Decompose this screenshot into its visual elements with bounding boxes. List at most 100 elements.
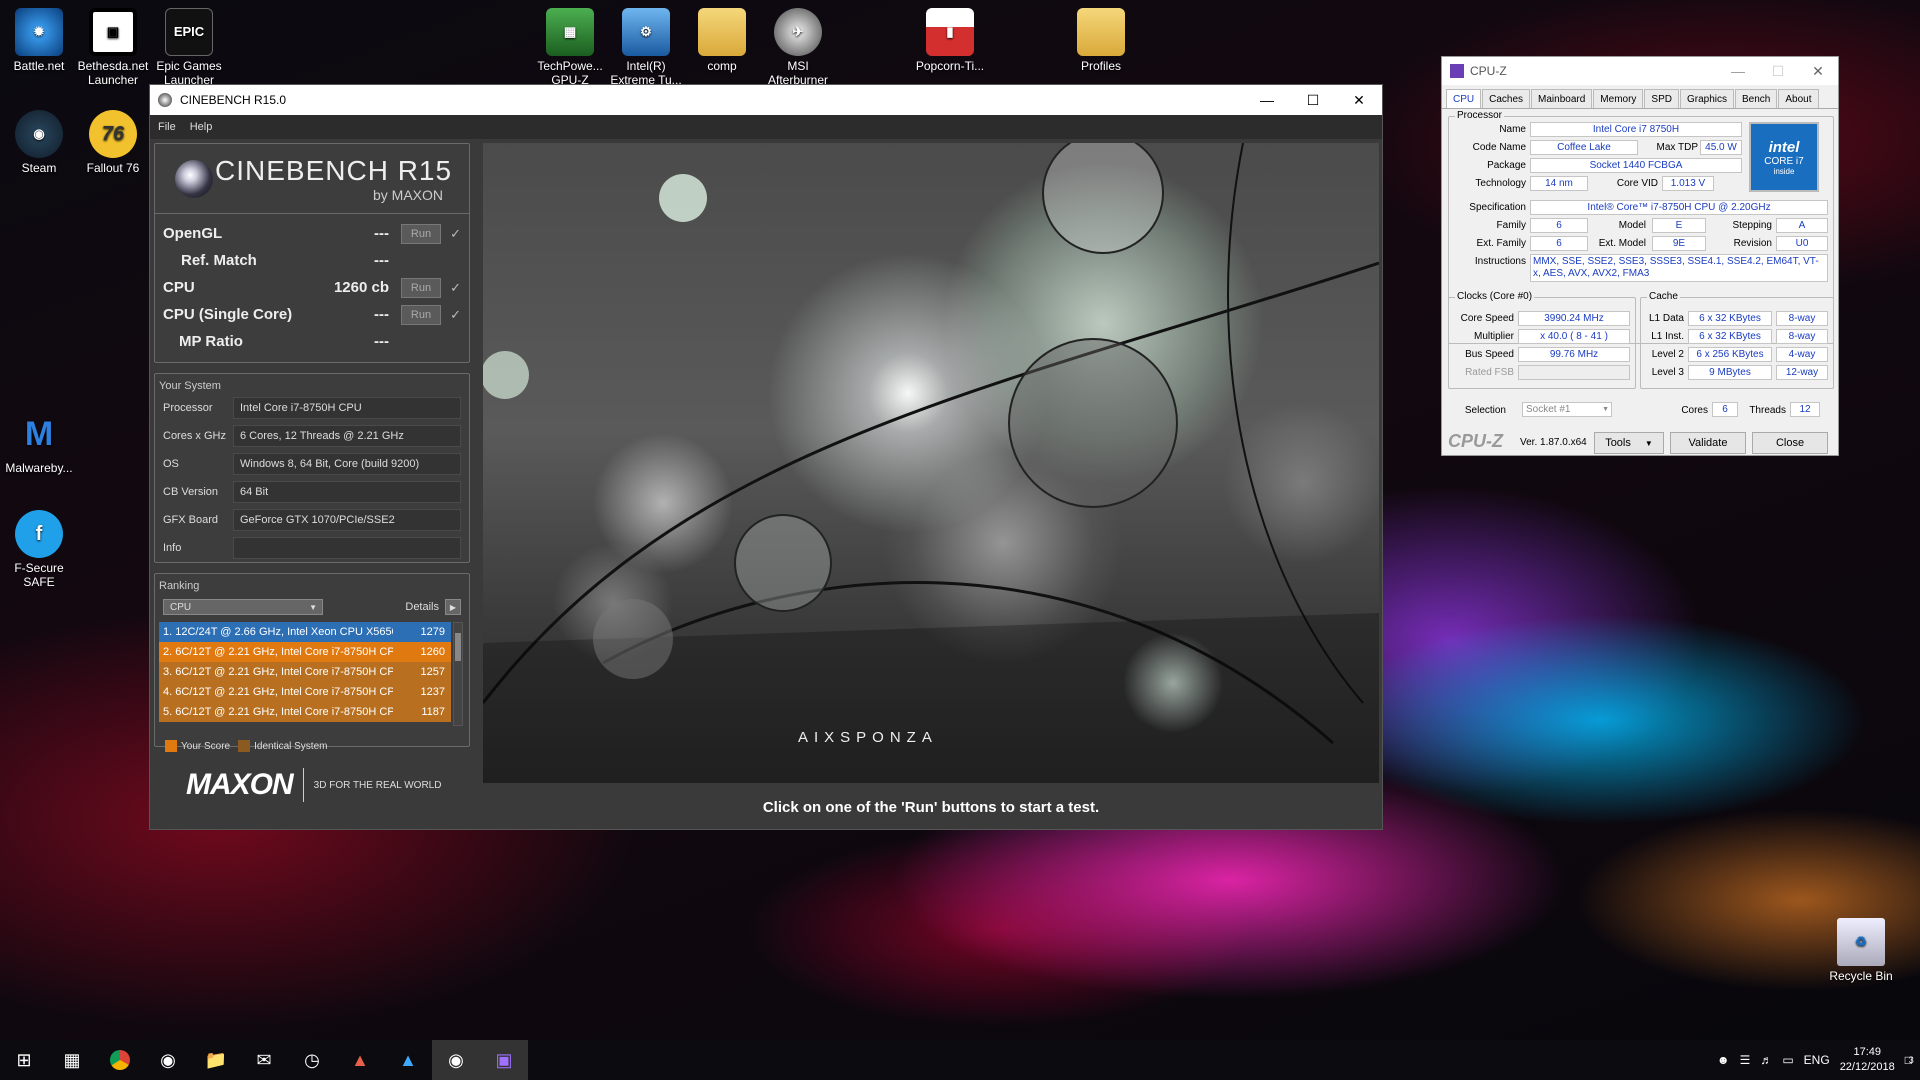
test-mp-ratio: MP Ratio --- [155,328,469,355]
file-explorer-icon[interactable]: 📁 [192,1040,240,1080]
people-icon[interactable]: ☻ [1717,1053,1730,1067]
desktop-icon-label: comp [707,59,737,73]
tab-cpu[interactable]: CPU [1446,89,1482,108]
cpu-checkbox[interactable]: ✓ [450,280,461,296]
clock[interactable]: 17:49 22/12/2018 [1840,1045,1895,1075]
flame-app-icon[interactable]: ▲ [336,1040,384,1080]
desktop-icon-afterburner[interactable]: ✈ MSI Afterburner [759,8,837,87]
language-indicator[interactable]: ENG [1804,1053,1830,1067]
volume-icon[interactable]: ♬ [1760,1053,1772,1067]
validate-button[interactable]: Validate [1670,432,1746,454]
scrollbar-thumb[interactable] [455,633,461,661]
socket-select[interactable]: Socket #1 ▼ [1522,402,1612,417]
l1data-label: L1 Data [1648,313,1684,324]
task-view-icon[interactable]: ▦ [48,1040,96,1080]
tab-memory[interactable]: Memory [1593,89,1644,108]
tab-spd[interactable]: SPD [1644,89,1679,108]
tab-mainboard[interactable]: Mainboard [1531,89,1593,108]
desktop-icon-label: Fallout 76 [86,161,140,175]
close-button[interactable]: ✕ [1798,56,1838,86]
cpu-single-checkbox[interactable]: ✓ [450,307,461,323]
tab-caches[interactable]: Caches [1482,89,1531,108]
details-button[interactable]: ▶ [445,599,461,615]
desktop-icon-epic[interactable]: EPIC Epic Games Launcher [150,8,228,87]
notifications-icon[interactable]: □ 3 [1905,1053,1914,1067]
recycle-bin-icon: ♻ [1837,918,1885,966]
package-value: Socket 1440 FCBGA [1530,158,1742,173]
desktop-icon-recycle-bin[interactable]: ♻ Recycle Bin [1822,918,1900,983]
windows-start-icon[interactable]: ⊞ [0,1040,48,1080]
cinebench-titlebar[interactable]: CINEBENCH R15.0 — ☐ ✕ [150,85,1382,115]
desktop-icon-profiles[interactable]: Profiles [1062,8,1140,73]
test-cpu-single-core: CPU (Single Core) --- Run ✓ [155,301,469,328]
desktop-icon-comp[interactable]: comp [683,8,761,73]
run-opengl-button[interactable]: Run [401,223,441,244]
cinebench-disc-icon [175,160,213,198]
desktop-icon-popcorn[interactable]: ▮ Popcorn-Ti... [911,8,989,73]
spec-value: Intel® Core™ i7-8750H CPU @ 2.20GHz [1530,200,1828,215]
close-button[interactable]: ✕ [1336,85,1382,115]
desktop-icon-fallout76[interactable]: 76 Fallout 76 [74,110,152,175]
minimize-button[interactable]: — [1244,85,1290,115]
ranking-select[interactable]: CPU ▼ [163,599,323,615]
corevid-label: Core VID [1616,178,1658,189]
desktop-icon-fsecure[interactable]: f F-Secure SAFE [0,510,78,589]
render-viewport: AIXSPONZA [483,143,1379,783]
desktop-icon-gpuz[interactable]: ▦ TechPowe... GPU-Z [531,8,609,87]
ranking-item[interactable]: 2. 6C/12T @ 2.21 GHz, Intel Core i7-8750… [159,642,451,662]
menu-bar: File Help [150,115,1382,139]
desktop-icon-intel-xtu[interactable]: ⚙ Intel(R) Extreme Tu... [607,8,685,87]
your-system-panel: Your System Processor Intel Core i7-8750H… [154,373,470,563]
ranking-item[interactable]: 1. 12C/24T @ 2.66 GHz, Intel Xeon CPU X5… [159,622,451,642]
close-app-button[interactable]: Close [1752,432,1828,454]
technology-label: Technology [1475,178,1526,189]
tab-bench[interactable]: Bench [1735,89,1778,108]
desktop-icon-steam[interactable]: ◉ Steam [0,110,78,175]
test-label: MP Ratio [179,333,243,350]
clock-date: 22/12/2018 [1839,1061,1895,1073]
tools-button[interactable]: Tools ▼ [1594,432,1664,454]
ranking-item[interactable]: 3. 6C/12T @ 2.21 GHz, Intel Core i7-8750… [159,662,451,682]
tab-graphics[interactable]: Graphics [1679,89,1734,108]
system-label: CB Version [163,486,219,498]
network-icon[interactable]: ☰ [1740,1053,1751,1067]
minimize-button[interactable]: — [1718,56,1758,86]
ranking-item[interactable]: 5. 6C/12T @ 2.21 GHz, Intel Core i7-8750… [159,702,451,722]
alarm-clock-icon[interactable]: ◷ [288,1040,336,1080]
ranking-scrollbar[interactable] [453,622,463,726]
ranking-list[interactable]: 1. 12C/24T @ 2.66 GHz, Intel Xeon CPU X5… [159,622,465,732]
mail-icon[interactable]: ✉ [240,1040,288,1080]
run-cpu-button[interactable]: Run [401,277,441,298]
ranking-panel: Ranking CPU ▼ Details ▶ 1. 12C/24T @ 2.6… [154,573,470,752]
desktop-icon-malwarebytes[interactable]: M Malwareby... [0,410,78,475]
system-row-os: OS Windows 8, 64 Bit, Core (build 9200) [155,450,469,478]
run-cpu-single-button[interactable]: Run [401,304,441,325]
ranking-item-text: 2. 6C/12T @ 2.21 GHz, Intel Core i7-8750… [163,646,393,658]
maximize-button[interactable]: ☐ [1758,56,1798,86]
intel-core-i7-logo: intel CORE i7 inside [1749,122,1819,192]
steam-icon[interactable]: ◉ [144,1040,192,1080]
menu-file[interactable]: File [158,121,176,133]
info-input[interactable] [233,537,461,559]
busspeed-value: 99.76 MHz [1518,347,1630,362]
menu-help[interactable]: Help [190,121,213,133]
cores-value: 6 [1712,402,1738,417]
technology-value: 14 nm [1530,176,1588,191]
cpuz-tabs: CPU Caches Mainboard Memory SPD Graphics… [1442,85,1838,109]
desktop-icon-bethesda[interactable]: ▣ Bethesda.net Launcher [74,8,152,87]
corespeed-value: 3990.24 MHz [1518,311,1630,326]
ranking-item[interactable]: 4. 6C/12T @ 2.21 GHz, Intel Core i7-8750… [159,682,451,702]
battery-icon[interactable]: ▭ [1782,1053,1793,1067]
tab-about[interactable]: About [1778,89,1819,108]
cpuz-taskbar-icon[interactable]: ▣ [480,1040,528,1080]
launcher-app-icon[interactable]: ▲ [384,1040,432,1080]
status-message: Click on one of the 'Run' buttons to sta… [762,798,1100,816]
maximize-button[interactable]: ☐ [1290,85,1336,115]
ratedfsb-value [1518,365,1630,380]
opengl-checkbox[interactable]: ✓ [450,226,461,242]
cpuz-titlebar[interactable]: CPU-Z — ☐ ✕ [1442,57,1838,85]
cinebench-taskbar-icon[interactable]: ◉ [432,1040,480,1080]
desktop-icon-battlenet[interactable]: ✹ Battle.net [0,8,78,73]
model-value: E [1652,218,1706,233]
chrome-icon[interactable] [96,1040,144,1080]
